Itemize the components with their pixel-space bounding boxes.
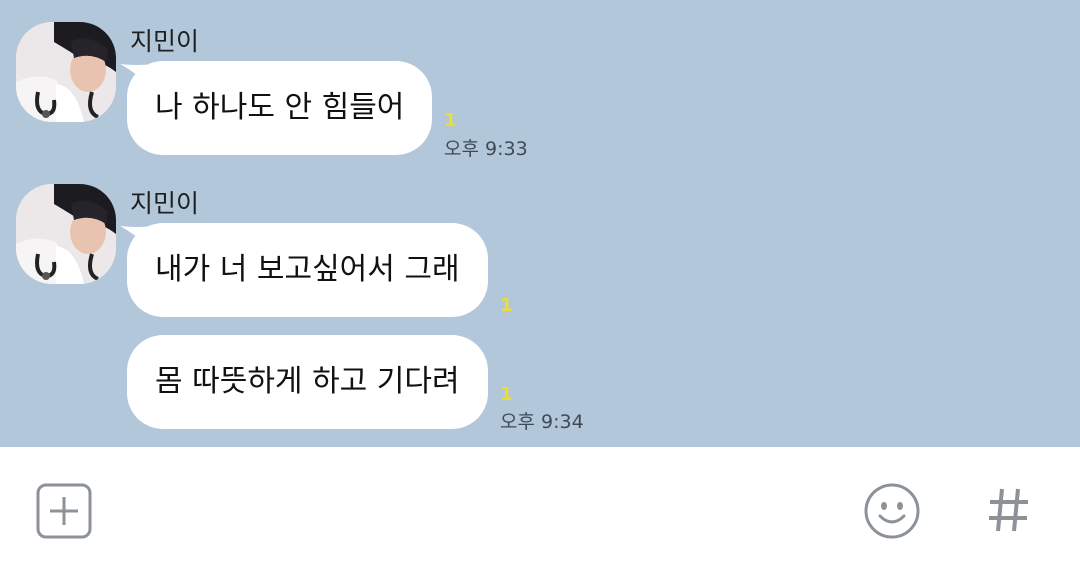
unread-count: 1	[500, 384, 513, 405]
message-bubble[interactable]: 나 하나도 안 힘들어	[127, 61, 433, 155]
smiley-icon[interactable]	[863, 482, 921, 540]
sender-avatar[interactable]	[16, 22, 116, 122]
sender-name: 지민이	[130, 189, 200, 218]
chat-area[interactable]: 지민이 나 하나도 안 힘들어 1 오후 9:33 지민이 내가 너 보고싶어서…	[0, 0, 1080, 447]
plus-square-icon[interactable]	[36, 483, 92, 539]
message-time: 오후 9:33	[444, 138, 528, 160]
input-bar	[0, 447, 1080, 573]
message-time: 오후 9:34	[500, 411, 584, 433]
message-bubble[interactable]: 내가 너 보고싶어서 그래	[127, 223, 488, 317]
sender-avatar[interactable]	[16, 184, 116, 284]
hash-icon[interactable]	[986, 485, 1032, 535]
unread-count: 1	[444, 110, 457, 131]
sender-name: 지민이	[130, 27, 200, 56]
unread-count: 1	[500, 295, 513, 316]
message-bubble[interactable]: 몸 따뜻하게 하고 기다려	[127, 335, 488, 429]
